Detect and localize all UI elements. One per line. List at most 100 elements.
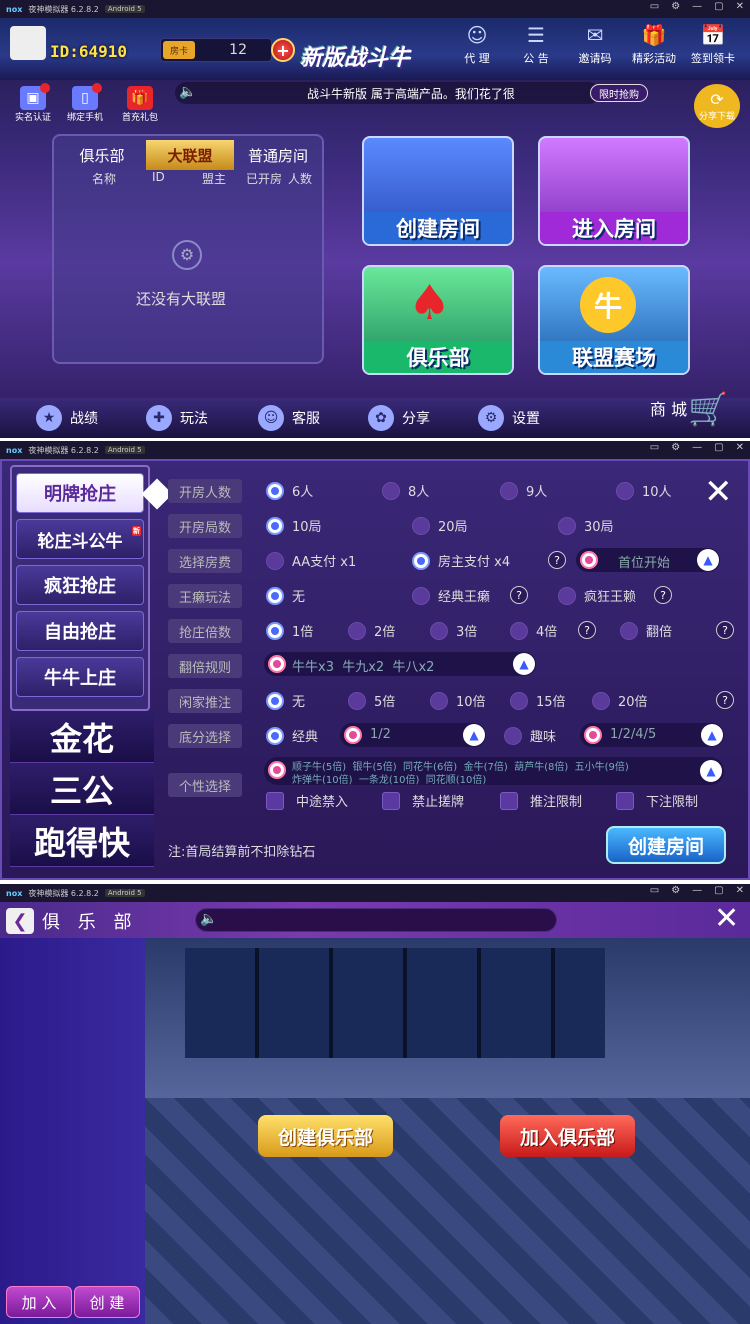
special-dropdown[interactable]: 顺子牛(5倍) 银牛(5倍) 同花牛(6倍) 金牛(7倍) 葫芦牛(8倍) 五小… xyxy=(264,757,724,786)
join-club-button[interactable]: 加入俱乐部 xyxy=(500,1115,635,1157)
header-name: 名称 xyxy=(92,172,117,186)
help-icon[interactable]: ? xyxy=(654,586,672,604)
mode-mingpai[interactable]: 明牌抢庄 xyxy=(16,473,144,513)
id-card-icon: ▣ xyxy=(20,83,50,110)
chevron-up-icon: ▲ xyxy=(513,653,535,675)
game-paodekuai[interactable]: 跑得快 xyxy=(10,815,154,867)
back-icon[interactable]: ❮ xyxy=(6,908,34,934)
fee-start-dropdown[interactable]: 首位开始 ▲ xyxy=(576,548,720,572)
opt-fee-owner[interactable]: 房主支付 x4 xyxy=(412,551,510,570)
share-button[interactable]: ✿ 分享 xyxy=(368,404,430,432)
check-no-rub[interactable]: 禁止搓牌 xyxy=(382,791,464,810)
user-id: ID:64910 xyxy=(50,42,128,61)
opt-rounds-30[interactable]: 30局 xyxy=(558,516,614,535)
invite-code-button[interactable]: ✉ 邀请码 xyxy=(566,22,624,66)
help-icon[interactable]: ? xyxy=(578,621,596,639)
label-wildcard: 王癞玩法 xyxy=(168,584,242,608)
mode-fengkuang[interactable]: 疯狂抢庄 xyxy=(16,565,144,605)
opt-players-8[interactable]: 8人 xyxy=(382,481,429,500)
opt-wild-none[interactable]: 无 xyxy=(266,586,305,605)
real-name-button[interactable]: ▣ 实名认证 xyxy=(8,83,58,123)
help-icon[interactable]: ? xyxy=(716,621,734,639)
tab-alliance[interactable]: 大联盟 xyxy=(146,140,234,170)
record-button[interactable]: ★ 战绩 xyxy=(36,404,98,432)
close-icon[interactable]: ✕ xyxy=(704,475,733,509)
rules-button[interactable]: ✚ 玩法 xyxy=(146,404,208,432)
opt-push-15[interactable]: 15倍 xyxy=(510,691,566,710)
opt-push-10[interactable]: 10倍 xyxy=(430,691,486,710)
header-opened: 已开房 xyxy=(246,172,283,186)
bind-phone-button[interactable]: ▯ 绑定手机 xyxy=(60,83,110,123)
maximize-icon[interactable]: ▢ xyxy=(714,1,723,12)
game-sangong[interactable]: 三公 xyxy=(10,763,154,815)
create-club-button[interactable]: 创建俱乐部 xyxy=(258,1115,393,1157)
limited-offer-button[interactable]: 限时抢购 xyxy=(590,84,648,102)
opt-players-10[interactable]: 10人 xyxy=(616,481,672,500)
minimize-icon[interactable]: — xyxy=(692,1,702,12)
share-download-button[interactable]: ⟳ 分享下载 xyxy=(694,84,740,128)
game-jinhua[interactable]: 金花 xyxy=(10,711,154,763)
close-icon[interactable]: ✕ xyxy=(714,904,739,934)
opt-players-6[interactable]: 6人 xyxy=(266,481,313,500)
opt-grab-4[interactable]: 4倍 xyxy=(510,621,557,640)
label-rounds: 开房局数 xyxy=(168,514,242,538)
agent-button[interactable]: ☺ 代 理 xyxy=(448,22,506,66)
activity-button[interactable]: 🎁 精彩活动 xyxy=(625,22,683,66)
phone-icon: ▯ xyxy=(72,83,102,110)
mode-niuniu[interactable]: 牛牛上庄 xyxy=(16,657,144,697)
opt-wild-classic[interactable]: 经典王癞 xyxy=(412,586,490,605)
service-button[interactable]: ☺ 客服 xyxy=(258,404,320,432)
opt-fee-aa[interactable]: AA支付 x1 xyxy=(266,551,356,570)
opt-wild-crazy[interactable]: 疯狂王赖 xyxy=(558,586,636,605)
first-recharge-button[interactable]: 🎁 首充礼包 xyxy=(115,86,165,123)
opt-grab-1[interactable]: 1倍 xyxy=(266,621,313,640)
checkin-button[interactable]: 📅 签到领卡 xyxy=(684,22,742,66)
base-classic-dropdown[interactable]: 1/2 ▲ xyxy=(340,723,486,747)
create-small-button[interactable]: 创 建 xyxy=(74,1286,140,1318)
multiplier-dropdown[interactable]: 牛牛x3 牛九x2 牛八x2 ▲ xyxy=(264,652,536,676)
close-icon[interactable]: ✕ xyxy=(736,1,744,12)
opt-rounds-10[interactable]: 10局 xyxy=(266,516,322,535)
create-room-button[interactable]: 创建房间 xyxy=(362,136,514,246)
settings-button[interactable]: ⚙ 设置 xyxy=(478,404,540,432)
help-icon[interactable]: ? xyxy=(510,586,528,604)
opt-base-fun[interactable]: 趣味 xyxy=(504,726,556,745)
opt-push-20[interactable]: 20倍 xyxy=(592,691,648,710)
opt-rounds-20[interactable]: 20局 xyxy=(412,516,468,535)
opt-push-none[interactable]: 无 xyxy=(266,691,305,710)
club-button[interactable]: ♠ 俱乐部 xyxy=(362,265,514,375)
enter-room-button[interactable]: 进入房间 xyxy=(538,136,690,246)
chevron-up-icon: ▲ xyxy=(463,724,485,746)
mode-ziyou[interactable]: 自由抢庄 xyxy=(16,611,144,651)
add-card-button[interactable]: + xyxy=(271,38,295,62)
cart-icon[interactable]: 🛒 xyxy=(688,390,728,428)
check-no-join[interactable]: 中途禁入 xyxy=(266,791,348,810)
label-base: 底分选择 xyxy=(168,724,242,748)
opt-base-classic[interactable]: 经典 xyxy=(266,726,318,745)
opt-push-5[interactable]: 5倍 xyxy=(348,691,395,710)
create-room-submit-button[interactable]: 创建房间 xyxy=(606,826,726,864)
help-icon[interactable]: ? xyxy=(548,551,566,569)
settings-icon[interactable]: ⚙ xyxy=(671,1,680,12)
shop-label[interactable]: 商 城 xyxy=(650,396,687,420)
club-marquee: 🔈 xyxy=(195,908,557,932)
avatar[interactable] xyxy=(10,26,46,60)
opt-grab-3[interactable]: 3倍 xyxy=(430,621,477,640)
tab-normal-room[interactable]: 普通房间 xyxy=(234,140,322,170)
room-card-count: 12 xyxy=(229,42,247,58)
opt-grab-double[interactable]: 翻倍 xyxy=(620,621,672,640)
window-icon[interactable]: ▭ xyxy=(650,1,659,12)
base-fun-dropdown[interactable]: 1/2/4/5 ▲ xyxy=(580,723,724,747)
window-view xyxy=(185,948,605,1058)
check-push-limit[interactable]: 推注限制 xyxy=(500,791,582,810)
alliance-arena-button[interactable]: 牛 联盟赛场 xyxy=(538,265,690,375)
announcement-button[interactable]: ☰ 公 告 xyxy=(507,22,565,66)
tab-club[interactable]: 俱乐部 xyxy=(58,140,146,170)
help-icon[interactable]: ? xyxy=(716,691,734,709)
opt-grab-2[interactable]: 2倍 xyxy=(348,621,395,640)
opt-players-9[interactable]: 9人 xyxy=(500,481,547,500)
check-bet-limit[interactable]: 下注限制 xyxy=(616,791,698,810)
mode-lunzhuang[interactable]: 轮庄斗公牛新 xyxy=(16,519,144,559)
agent-icon: ☺ xyxy=(466,23,488,47)
join-small-button[interactable]: 加 入 xyxy=(6,1286,72,1318)
